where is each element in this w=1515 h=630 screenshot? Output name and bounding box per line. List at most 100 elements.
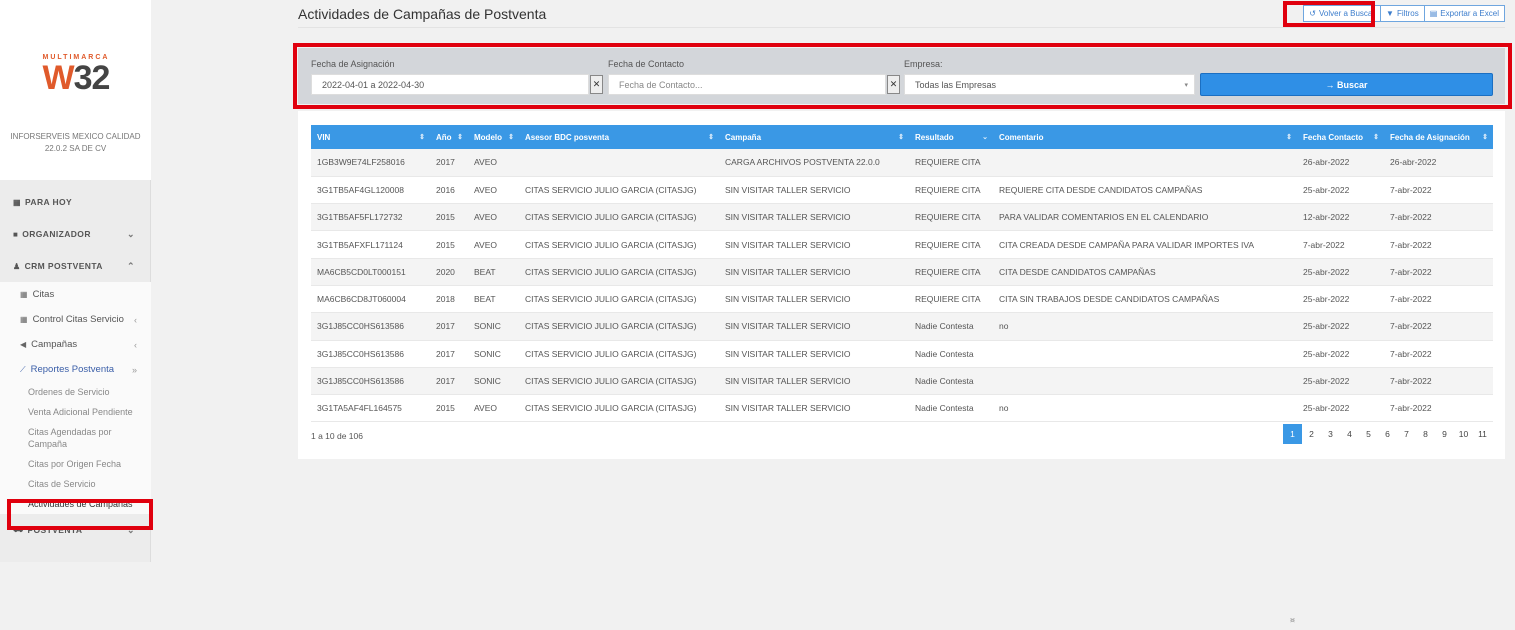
page-button[interactable]: 4 [1340,424,1359,444]
table-cell: 3G1TA5AF4FL164575 [311,394,430,423]
nav-reportes-postventa[interactable]: ⟋ Reportes Postventa » [0,357,151,382]
page-button[interactable]: 5 [1359,424,1378,444]
table-row[interactable]: 3G1TA5AF4FL164575 2015 AVEO CITAS SERVICIO … [311,394,1493,423]
sort-icon: ⇕ [457,133,463,141]
table-cell: CITAS SERVICIO JULIO GARCIA (CITASJG) [519,285,719,314]
table-cell: REQUIERE CITA [909,176,993,205]
table-cell: 3G1TB5AF5FL172732 [311,203,430,232]
table-cell: CITA CREADA DESDE CAMPAÑA PARA VALIDAR I… [993,230,1297,259]
table-cell: 3G1J85CC0HS613586 [311,340,430,368]
table-row[interactable]: MA6CB5CD0LT000151 2020 BEAT CITAS SERVICIO … [311,258,1493,286]
fecha-contacto-input[interactable]: Fecha de Contacto... [608,74,886,95]
table-row[interactable]: 3G1TB5AF4GL120008 2016 AVEO CITAS SERVICIO … [311,176,1493,205]
table-row[interactable]: MA6CB6CD8JT060004 2018 BEAT CITAS SERVICIO … [311,285,1493,314]
nav-control-citas[interactable]: ▦ Control Citas Servicio ‹ [0,307,151,332]
sort-icon: ⇕ [1373,133,1379,141]
col-label: Año [436,132,452,142]
col-comentario[interactable]: Comentario ⇕ [993,125,1297,149]
report-ordenes-servicio[interactable]: Ordenes de Servicio [0,382,151,402]
next-page-button[interactable]: > [1283,610,1302,630]
report-venta-adicional[interactable]: Venta Adicional Pendiente [0,402,151,422]
button-label: Exportar a Excel [1440,9,1499,18]
page-button[interactable]: 1 [1283,424,1302,444]
page-button[interactable]: 8 [1416,424,1435,444]
table-cell: no [993,312,1297,341]
page-button[interactable]: 7 [1397,424,1416,444]
table-cell: 2020 [430,258,468,286]
col-label: Resultado [915,132,954,142]
fecha-asignacion-input[interactable]: 2022-04-01 a 2022-04-30 [311,74,589,95]
results-card: VIN ⇕ Año ⇕ Modelo ⇕ Asesor BDC posventa ⇕ C… [298,111,1505,625]
table-cell: REQUIERE CITA [909,285,993,314]
page-button[interactable]: 9 [1435,424,1454,444]
col-modelo[interactable]: Modelo ⇕ [468,125,519,149]
users-icon: ♟ [13,261,21,271]
report-actividades-campanas[interactable]: Actividades de Campañas [0,494,151,514]
col-resultado[interactable]: Resultado ⌄ [909,125,993,149]
filtros-button[interactable]: ▼ Filtros [1380,5,1425,22]
page-button[interactable]: 6 [1378,424,1397,444]
table-row[interactable]: 1GB3W9E74LF258016 2017 AVEO CARGA ARCHIVOS … [311,149,1493,177]
nav-citas[interactable]: ▦ Citas [0,282,151,307]
empresa-select[interactable]: Todas las Empresas ▾ [904,74,1195,95]
col-label: Modelo [474,132,502,142]
table-header-row: VIN ⇕ Año ⇕ Modelo ⇕ Asesor BDC posventa ⇕ C… [311,125,1493,149]
table-cell: MA6CB6CD8JT060004 [311,285,430,314]
table-cell: 3G1J85CC0HS613586 [311,367,430,396]
report-citas-agendadas[interactable]: Citas Agendadas por Campaña [0,422,151,454]
volver-buscar-button[interactable]: ↺ Volver a Buscar [1303,5,1382,22]
nav-crm-postventa[interactable]: ♟ CRM POSTVENTA ⌃ [0,250,151,282]
table-cell [993,149,1297,177]
sort-icon: ⇕ [898,133,904,141]
nav-postventa[interactable]: ⛟ POSTVENTA ⌄ [0,514,151,546]
col-asesor[interactable]: Asesor BDC posventa ⇕ [519,125,719,149]
table-row[interactable]: 3G1J85CC0HS613586 2017 SONIC CITAS SERVICIO… [311,340,1493,368]
col-anio[interactable]: Año ⇕ [430,125,468,149]
table-row[interactable]: 3G1TB5AFXFL171124 2015 AVEO CITAS SERVICIO … [311,230,1493,259]
table-cell: PARA VALIDAR COMENTARIOS EN EL CALENDARI… [993,203,1297,232]
table-row[interactable]: 3G1J85CC0HS613586 2017 SONIC CITAS SERVICIO… [311,312,1493,341]
nav-label: CRM POSTVENTA [24,261,103,271]
table-cell: 25-abr-2022 [1297,285,1384,314]
page-button[interactable]: 3 [1321,424,1340,444]
table-cell: AVEO [468,394,519,423]
table-cell: BEAT [468,258,519,286]
table-cell: 25-abr-2022 [1297,312,1384,341]
sort-icon: ⇕ [508,133,514,141]
table-cell: Nadie Contesta [909,340,993,368]
col-fecha-asignacion[interactable]: Fecha de Asignación ⇕ [1384,125,1493,149]
close-icon: ✕ [889,79,898,89]
clear-fecha-asignacion-button[interactable]: ✕ [590,75,603,94]
col-campana[interactable]: Campaña ⇕ [719,125,909,149]
col-label: Fecha de Asignación [1390,132,1470,142]
table-cell: SONIC [468,312,519,341]
page-button[interactable]: 2 [1302,424,1321,444]
nav-organizador[interactable]: ■ ORGANIZADOR ⌄ [0,218,151,250]
table-cell: CITAS SERVICIO JULIO GARCIA (CITASJG) [519,258,719,286]
clear-fecha-contacto-button[interactable]: ✕ [887,75,900,94]
results-summary: 1 a 10 de 106 [311,431,363,441]
nav-para-hoy[interactable]: ▦ PARA HOY [0,186,151,218]
page-button[interactable]: 11 [1473,424,1492,444]
nav-campanas[interactable]: ◀ Campañas ‹ [0,332,151,357]
col-fecha-contacto[interactable]: Fecha Contacto ⇕ [1297,125,1384,149]
table-cell [993,340,1297,368]
sort-icon: ⇕ [1482,133,1488,141]
line-chart-icon: ⟋ [20,364,26,374]
report-citas-origen[interactable]: Citas por Origen Fecha [0,454,151,474]
table-body: 1GB3W9E74LF258016 2017 AVEO CARGA ARCHIVOS … [311,149,1493,423]
chevron-down-icon: ⌄ [127,228,135,239]
close-icon: ✕ [592,79,601,89]
exportar-excel-button[interactable]: ▤ Exportar a Excel [1423,5,1505,22]
table-cell: CITAS SERVICIO JULIO GARCIA (CITASJG) [519,230,719,259]
logo-number: 32 [73,59,111,97]
chevron-down-icon: ⌄ [127,524,135,535]
table-row[interactable]: 3G1TB5AF5FL172732 2015 AVEO CITAS SERVICIO … [311,203,1493,232]
table-cell: 3G1J85CC0HS613586 [311,312,430,341]
table-row[interactable]: 3G1J85CC0HS613586 2017 SONIC CITAS SERVICIO… [311,367,1493,396]
col-vin[interactable]: VIN ⇕ [311,125,430,149]
page-button[interactable]: 10 [1454,424,1473,444]
report-citas-servicio[interactable]: Citas de Servicio [0,474,151,494]
table-cell: CITAS SERVICIO JULIO GARCIA (CITASJG) [519,203,719,232]
buscar-button[interactable]: → Buscar [1200,73,1493,96]
